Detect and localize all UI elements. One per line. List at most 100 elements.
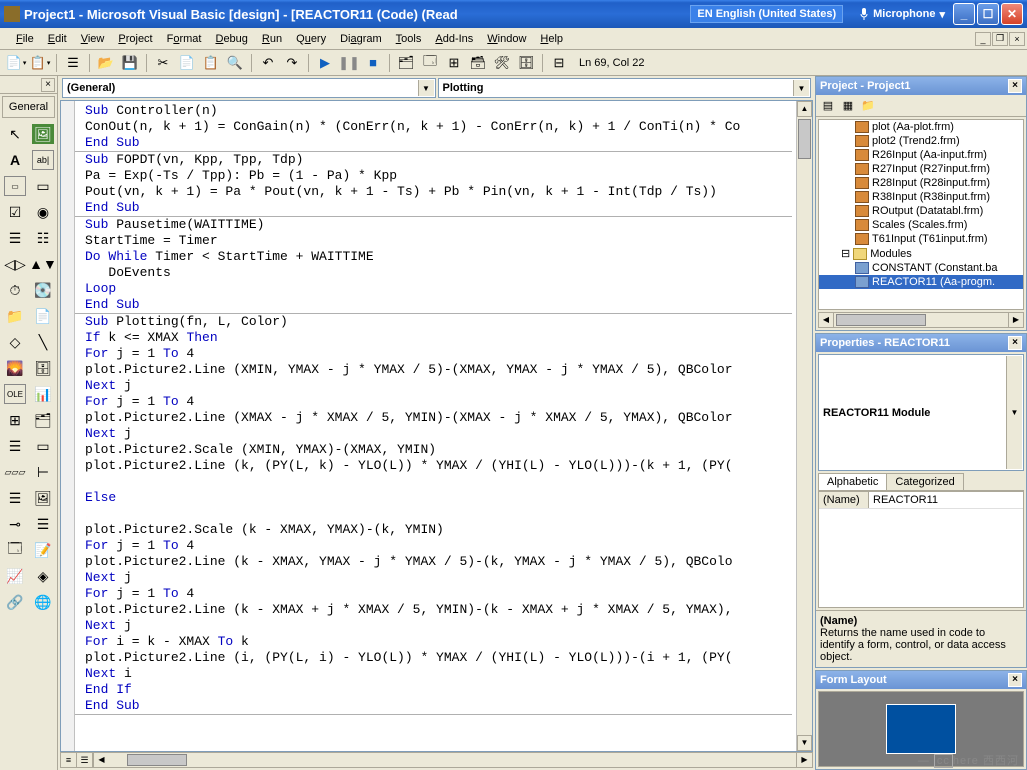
properties-object-combo[interactable]: REACTOR11 Module▼ — [818, 354, 1024, 471]
procedure-view-button[interactable]: ≡ — [61, 753, 77, 767]
progressbar-tool[interactable]: ▱▱▱ — [4, 462, 26, 482]
add-form-button[interactable]: 📋 — [30, 53, 50, 73]
toggle-folders-button[interactable]: 📁 — [860, 98, 876, 114]
menu-file[interactable]: File — [10, 31, 40, 47]
undo-button[interactable]: ↶ — [258, 53, 278, 73]
menu-edit[interactable]: Edit — [42, 31, 73, 47]
menu-format[interactable]: Format — [161, 31, 208, 47]
menu-window[interactable]: Window — [481, 31, 532, 47]
slider-tool[interactable]: ⊸ — [4, 514, 26, 534]
menu-addins[interactable]: Add-Ins — [429, 31, 479, 47]
timer-tool[interactable]: ⏱ — [4, 280, 26, 300]
label-tool[interactable]: A — [4, 150, 26, 170]
tab-alphabetic[interactable]: Alphabetic — [818, 473, 887, 490]
stop-button[interactable]: ■ — [363, 53, 383, 73]
toolbar-tool[interactable]: ☰ — [4, 436, 26, 456]
shape-tool[interactable]: ◇ — [4, 332, 26, 352]
grid-tool[interactable]: ⊞ — [4, 410, 26, 430]
project-close-button[interactable]: × — [1008, 79, 1022, 93]
crystal-tool[interactable]: ◈ — [32, 566, 54, 586]
find-button[interactable]: 🔍 — [225, 53, 245, 73]
view-object-button[interactable]: ▦ — [840, 98, 856, 114]
commandbutton-tool[interactable]: ▭ — [32, 176, 54, 196]
optionbutton-tool[interactable]: ◉ — [32, 202, 54, 222]
picturebox-tool[interactable]: 🖼 — [32, 124, 54, 144]
procedure-combobox[interactable]: Plotting▼ — [438, 78, 812, 98]
listbox-tool[interactable]: ☷ — [32, 228, 54, 248]
winsock-tool[interactable]: 🔗 — [4, 592, 26, 612]
drivelistbox-tool[interactable]: 💽 — [32, 280, 54, 300]
view-code-button[interactable]: ▤ — [820, 98, 836, 114]
project-hscrollbar[interactable]: ◀▶ — [818, 312, 1024, 328]
open-button[interactable]: 📂 — [96, 53, 116, 73]
imagecombo-tool[interactable]: ☰ — [32, 514, 54, 534]
language-indicator[interactable]: EN English (United States) — [690, 5, 843, 23]
menu-debug[interactable]: Debug — [209, 31, 253, 47]
checkbox-tool[interactable]: ☑ — [4, 202, 26, 222]
frame-tool[interactable]: ▭ — [4, 176, 26, 196]
menu-project[interactable]: Project — [112, 31, 158, 47]
menu-tools[interactable]: Tools — [390, 31, 428, 47]
imagelist-tool[interactable]: 🖼 — [32, 488, 54, 508]
mdi-restore-button[interactable]: ❐ — [992, 32, 1008, 46]
horizontal-scrollbar[interactable]: ≡ ☰ ◀ ▶ — [60, 752, 813, 768]
formlayout-close-button[interactable]: × — [1008, 673, 1022, 687]
paste-button[interactable]: 📋 — [201, 53, 221, 73]
textbox-tool[interactable]: ab| — [32, 150, 54, 170]
form-layout-button[interactable]: ⊞ — [444, 53, 464, 73]
cut-button[interactable]: ✂ — [153, 53, 173, 73]
data-tool[interactable]: 🗄 — [32, 358, 54, 378]
object-combobox[interactable]: (General)▼ — [62, 78, 436, 98]
redo-button[interactable]: ↷ — [282, 53, 302, 73]
minimize-button[interactable]: _ — [953, 3, 975, 25]
object-browser-button[interactable]: 🗃 — [468, 53, 488, 73]
code-editor[interactable]: Sub Controller(n) ConOut(n, k + 1) = Con… — [60, 100, 813, 752]
toolbox-close-button[interactable]: × — [41, 78, 55, 92]
menu-editor-button[interactable]: ☰ — [63, 53, 83, 73]
menu-run[interactable]: Run — [256, 31, 288, 47]
add-project-button[interactable]: 📄 — [6, 53, 26, 73]
tabstrip-tool[interactable]: 🗂 — [32, 410, 54, 430]
filelistbox-tool[interactable]: 📄 — [32, 306, 54, 326]
save-button[interactable]: 💾 — [120, 53, 140, 73]
chart2-tool[interactable]: 📈 — [4, 566, 26, 586]
hscrollbar-tool[interactable]: ◁▷ — [4, 254, 26, 274]
project-tree[interactable]: plot (Aa-plot.frm) plot2 (Trend2.frm) R2… — [818, 119, 1024, 310]
pointer-tool[interactable]: ↖ — [4, 124, 26, 144]
commondialog-tool[interactable]: 🗔 — [4, 540, 26, 560]
dirlistbox-tool[interactable]: 📁 — [4, 306, 26, 326]
ole-tool[interactable]: OLE — [4, 384, 26, 404]
menu-diagram[interactable]: Diagram — [334, 31, 388, 47]
component-button[interactable]: ⊟ — [549, 53, 569, 73]
maximize-button[interactable]: ☐ — [977, 3, 999, 25]
richtextbox-tool[interactable]: 📝 — [32, 540, 54, 560]
pause-button[interactable]: ❚❚ — [339, 53, 359, 73]
combobox-tool[interactable]: ☰ — [4, 228, 26, 248]
vertical-scrollbar[interactable]: ▲ ▼ — [796, 101, 812, 751]
vscrollbar-tool[interactable]: ▲▼ — [32, 254, 54, 274]
inet-tool[interactable]: 🌐 — [32, 592, 54, 612]
data-window-button[interactable]: 🗄 — [516, 53, 536, 73]
toolbox-tab-general[interactable]: General — [2, 96, 55, 118]
listview-tool[interactable]: ☰ — [4, 488, 26, 508]
project-explorer-button[interactable]: 🗂 — [396, 53, 416, 73]
properties-close-button[interactable]: × — [1008, 336, 1022, 350]
tab-categorized[interactable]: Categorized — [886, 473, 963, 490]
menu-help[interactable]: Help — [534, 31, 569, 47]
chart-tool[interactable]: 📊 — [32, 384, 54, 404]
mdi-close-button[interactable]: × — [1009, 32, 1025, 46]
microphone-button[interactable]: Microphone ▾ — [853, 5, 951, 23]
toolbox-button[interactable]: 🛠 — [492, 53, 512, 73]
properties-button[interactable]: 🗔 — [420, 53, 440, 73]
menu-query[interactable]: Query — [290, 31, 332, 47]
line-tool[interactable]: ╲ — [32, 332, 54, 352]
form-thumbnail[interactable] — [886, 704, 956, 754]
image-tool[interactable]: 🌄 — [4, 358, 26, 378]
treeview-tool[interactable]: ⊢ — [32, 462, 54, 482]
run-button[interactable]: ▶ — [315, 53, 335, 73]
fullmodule-view-button[interactable]: ☰ — [77, 753, 93, 767]
menu-view[interactable]: View — [75, 31, 111, 47]
properties-grid[interactable]: (Name)REACTOR11 — [818, 491, 1024, 608]
mdi-minimize-button[interactable]: _ — [975, 32, 991, 46]
close-button[interactable]: ✕ — [1001, 3, 1023, 25]
